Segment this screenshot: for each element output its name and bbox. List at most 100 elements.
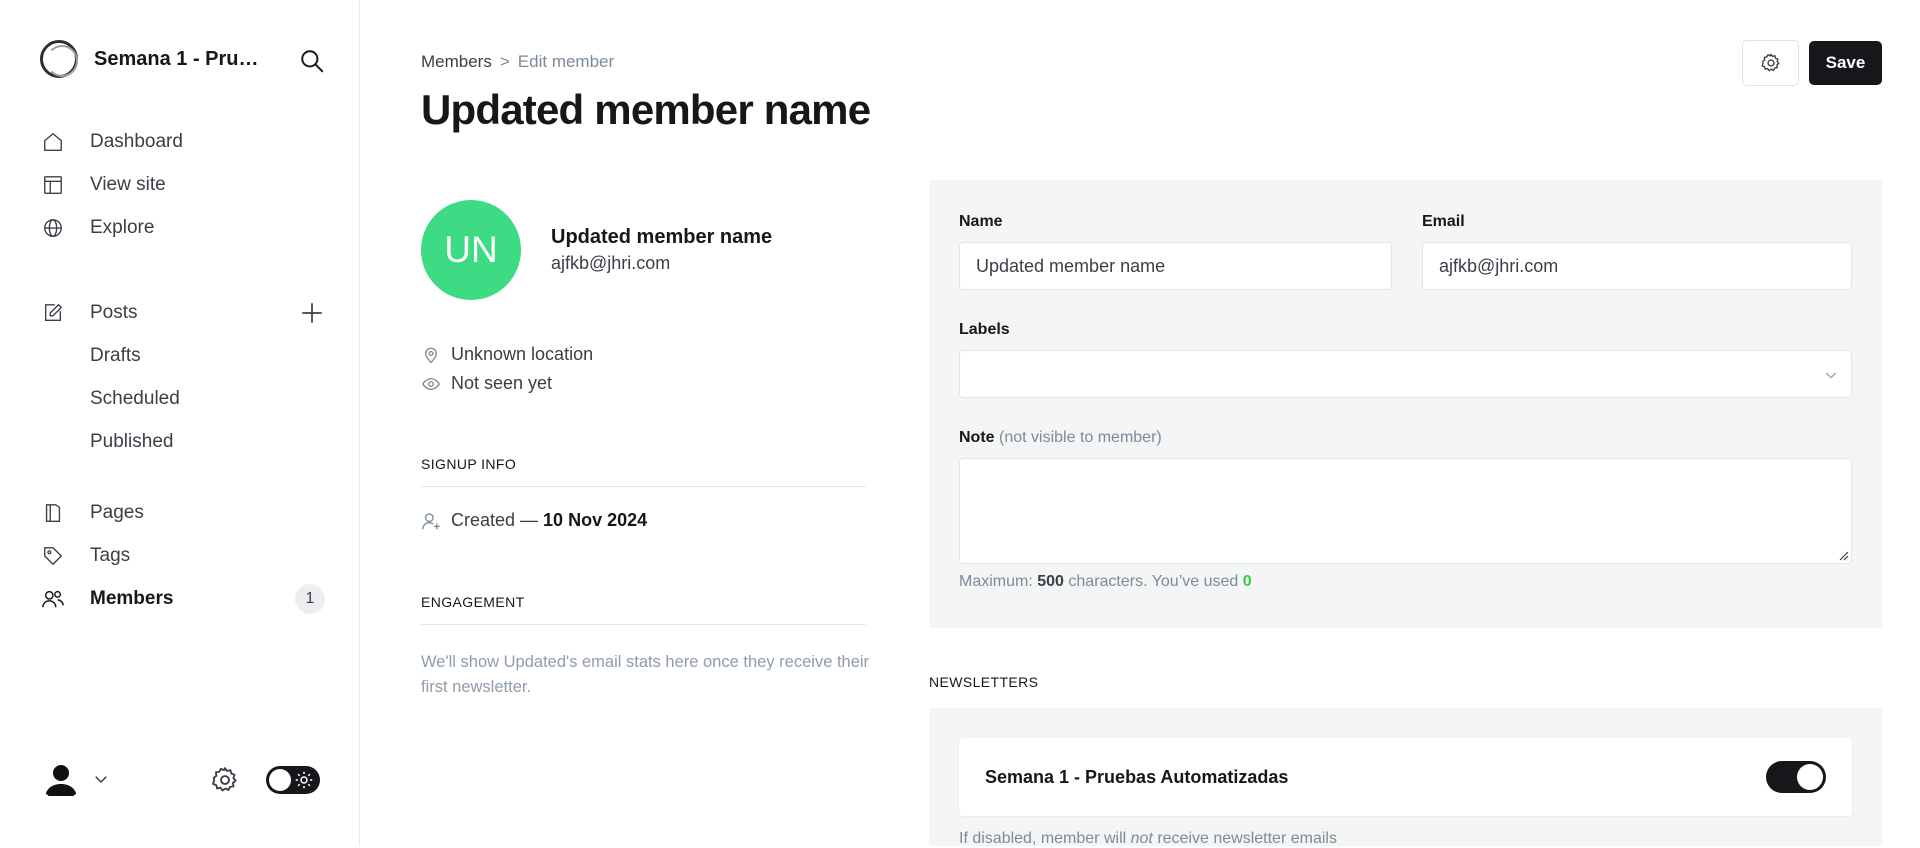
- gear-icon: [1761, 53, 1779, 72]
- breadcrumb: Members > Edit member: [421, 52, 614, 72]
- sidebar-item-scheduled[interactable]: Scheduled: [40, 377, 325, 420]
- primary-nav: Dashboard View site Explore: [40, 120, 325, 249]
- note-label: Note (not visible to member): [959, 429, 1162, 447]
- tag-icon: [44, 546, 62, 565]
- toggle-knob: [269, 769, 291, 791]
- engagement-text: We'll show Updated's email stats here on…: [421, 653, 870, 696]
- newsletter-subscription-toggle[interactable]: [1766, 761, 1826, 793]
- sidebar-item-pages[interactable]: Pages: [40, 491, 325, 534]
- pages-icon: [45, 503, 61, 522]
- user-plus-icon: [422, 512, 440, 529]
- member-name: Updated member name: [551, 226, 773, 248]
- counter-prefix: Maximum:: [959, 573, 1033, 590]
- search-icon[interactable]: [299, 48, 325, 74]
- sidebar-item-explore[interactable]: Explore: [40, 206, 325, 249]
- note-hint: (not visible to member): [999, 429, 1162, 446]
- home-icon: [44, 132, 62, 151]
- member-location: Unknown location: [421, 344, 866, 365]
- engagement-heading: ENGAGEMENT: [421, 594, 866, 625]
- sidebar-item-view-site[interactable]: View site: [40, 163, 325, 206]
- newsletter-note-emphasis: not: [1130, 830, 1153, 847]
- signup-info-heading: SIGNUP INFO: [421, 456, 866, 487]
- sidebar-item-label: Published: [90, 430, 174, 452]
- content-nav: Posts Drafts Scheduled Published: [40, 291, 325, 463]
- created-info: Created — 10 Nov 2024: [421, 510, 647, 531]
- sidebar-item-label: Drafts: [90, 344, 141, 366]
- main-content: Members > Edit member Updated member nam…: [361, 0, 1920, 848]
- manage-nav: Pages Tags Members 1: [40, 491, 325, 620]
- member-last-seen: Not seen yet: [421, 373, 866, 394]
- location-icon: [425, 347, 437, 363]
- sidebar-item-drafts[interactable]: Drafts: [40, 334, 325, 377]
- sidebar-item-label: Posts: [90, 301, 138, 323]
- member-avatar: UN: [421, 200, 521, 300]
- newsletter-item: Semana 1 - Pruebas Automatizadas: [959, 738, 1852, 816]
- sidebar-item-dashboard[interactable]: Dashboard: [40, 120, 325, 163]
- created-date: 10 Nov 2024: [543, 510, 648, 530]
- chevron-down-icon[interactable]: [92, 770, 110, 788]
- site-brand[interactable]: Semana 1 - Pruebas Automatizadas: [40, 40, 325, 78]
- avatar[interactable]: [40, 758, 82, 800]
- breadcrumb-current: Edit member: [517, 52, 615, 71]
- member-identity: Updated member name ajfkb@jhri.com: [551, 226, 772, 274]
- layout-icon: [44, 175, 62, 194]
- newsletter-note: If disabled, member will not receive new…: [959, 830, 1337, 848]
- email-input[interactable]: ajfkb@jhri.com: [1422, 242, 1852, 290]
- member-form-card: Name Updated member name Email ajfkb@jhr…: [929, 180, 1882, 628]
- members-icon: [42, 590, 64, 607]
- sidebar-item-members[interactable]: Members 1: [40, 577, 325, 620]
- site-logo: [40, 40, 78, 78]
- newsletters-card: Semana 1 - Pruebas Automatizadas If disa…: [929, 708, 1882, 848]
- user-avatar-icon: [40, 758, 82, 800]
- breadcrumb-separator: >: [499, 52, 510, 71]
- save-button[interactable]: Save: [1809, 41, 1882, 85]
- sidebar-item-published[interactable]: Published: [40, 420, 325, 463]
- counter-max: 500: [1037, 573, 1064, 590]
- newsletters-heading: NEWSLETTERS: [929, 674, 1039, 690]
- sidebar-item-label: Explore: [90, 216, 155, 238]
- sidebar-item-label: Members: [90, 587, 174, 609]
- edit-icon: [44, 303, 62, 321]
- page-title: Updated member name: [421, 86, 871, 133]
- gear-icon[interactable]: [210, 765, 240, 795]
- newsletter-note-before: If disabled, member will: [959, 830, 1127, 847]
- member-location-text: Unknown location: [451, 344, 594, 364]
- email-label: Email: [1422, 213, 1465, 230]
- note-label-text: Note: [959, 429, 995, 446]
- name-label: Name: [959, 213, 1003, 230]
- sidebar-item-label: View site: [90, 173, 166, 195]
- note-textarea[interactable]: [959, 458, 1852, 564]
- counter-middle-text: characters. You’ve used: [1068, 573, 1239, 590]
- note-character-counter: Maximum: 500 characters. You’ve used 0: [959, 573, 1252, 591]
- sidebar-item-label: Tags: [90, 544, 131, 566]
- sidebar-item-posts[interactable]: Posts: [40, 291, 325, 334]
- toggle-knob: [1797, 764, 1823, 790]
- newsletter-name: Semana 1 - Pruebas Automatizadas: [985, 766, 1289, 787]
- eye-icon: [421, 377, 441, 390]
- sidebar: Semana 1 - Pruebas Automatizadas Dashboa…: [0, 0, 360, 846]
- created-label: Created —: [451, 510, 539, 530]
- site-title[interactable]: Semana 1 - Pruebas Automatizadas: [94, 48, 264, 71]
- sun-icon: [295, 771, 313, 789]
- counter-used: 0: [1242, 573, 1252, 590]
- globe-icon: [44, 218, 62, 237]
- newsletter-note-after: receive newsletter emails: [1157, 830, 1337, 847]
- members-count-badge: 1: [295, 583, 325, 614]
- member-last-seen-text: Not seen yet: [451, 373, 553, 393]
- sidebar-footer: [40, 758, 325, 800]
- breadcrumb-members-link[interactable]: Members: [421, 52, 492, 72]
- sidebar-item-tags[interactable]: Tags: [40, 534, 325, 577]
- labels-label: Labels: [959, 321, 1010, 338]
- name-input[interactable]: Updated member name: [959, 242, 1392, 290]
- resize-handle-icon[interactable]: [1837, 549, 1849, 561]
- member-profile: UN Updated member name ajfkb@jhri.com: [421, 200, 772, 300]
- sidebar-item-label: Pages: [90, 501, 144, 523]
- sidebar-item-label: Dashboard: [90, 130, 183, 152]
- plus-icon[interactable]: [299, 300, 325, 326]
- chevron-down-icon: [1825, 372, 1837, 379]
- theme-toggle[interactable]: [266, 766, 320, 794]
- labels-select[interactable]: [959, 350, 1852, 398]
- member-email: ajfkb@jhri.com: [551, 253, 671, 273]
- member-settings-button[interactable]: [1742, 40, 1799, 86]
- sidebar-item-label: Scheduled: [90, 387, 180, 409]
